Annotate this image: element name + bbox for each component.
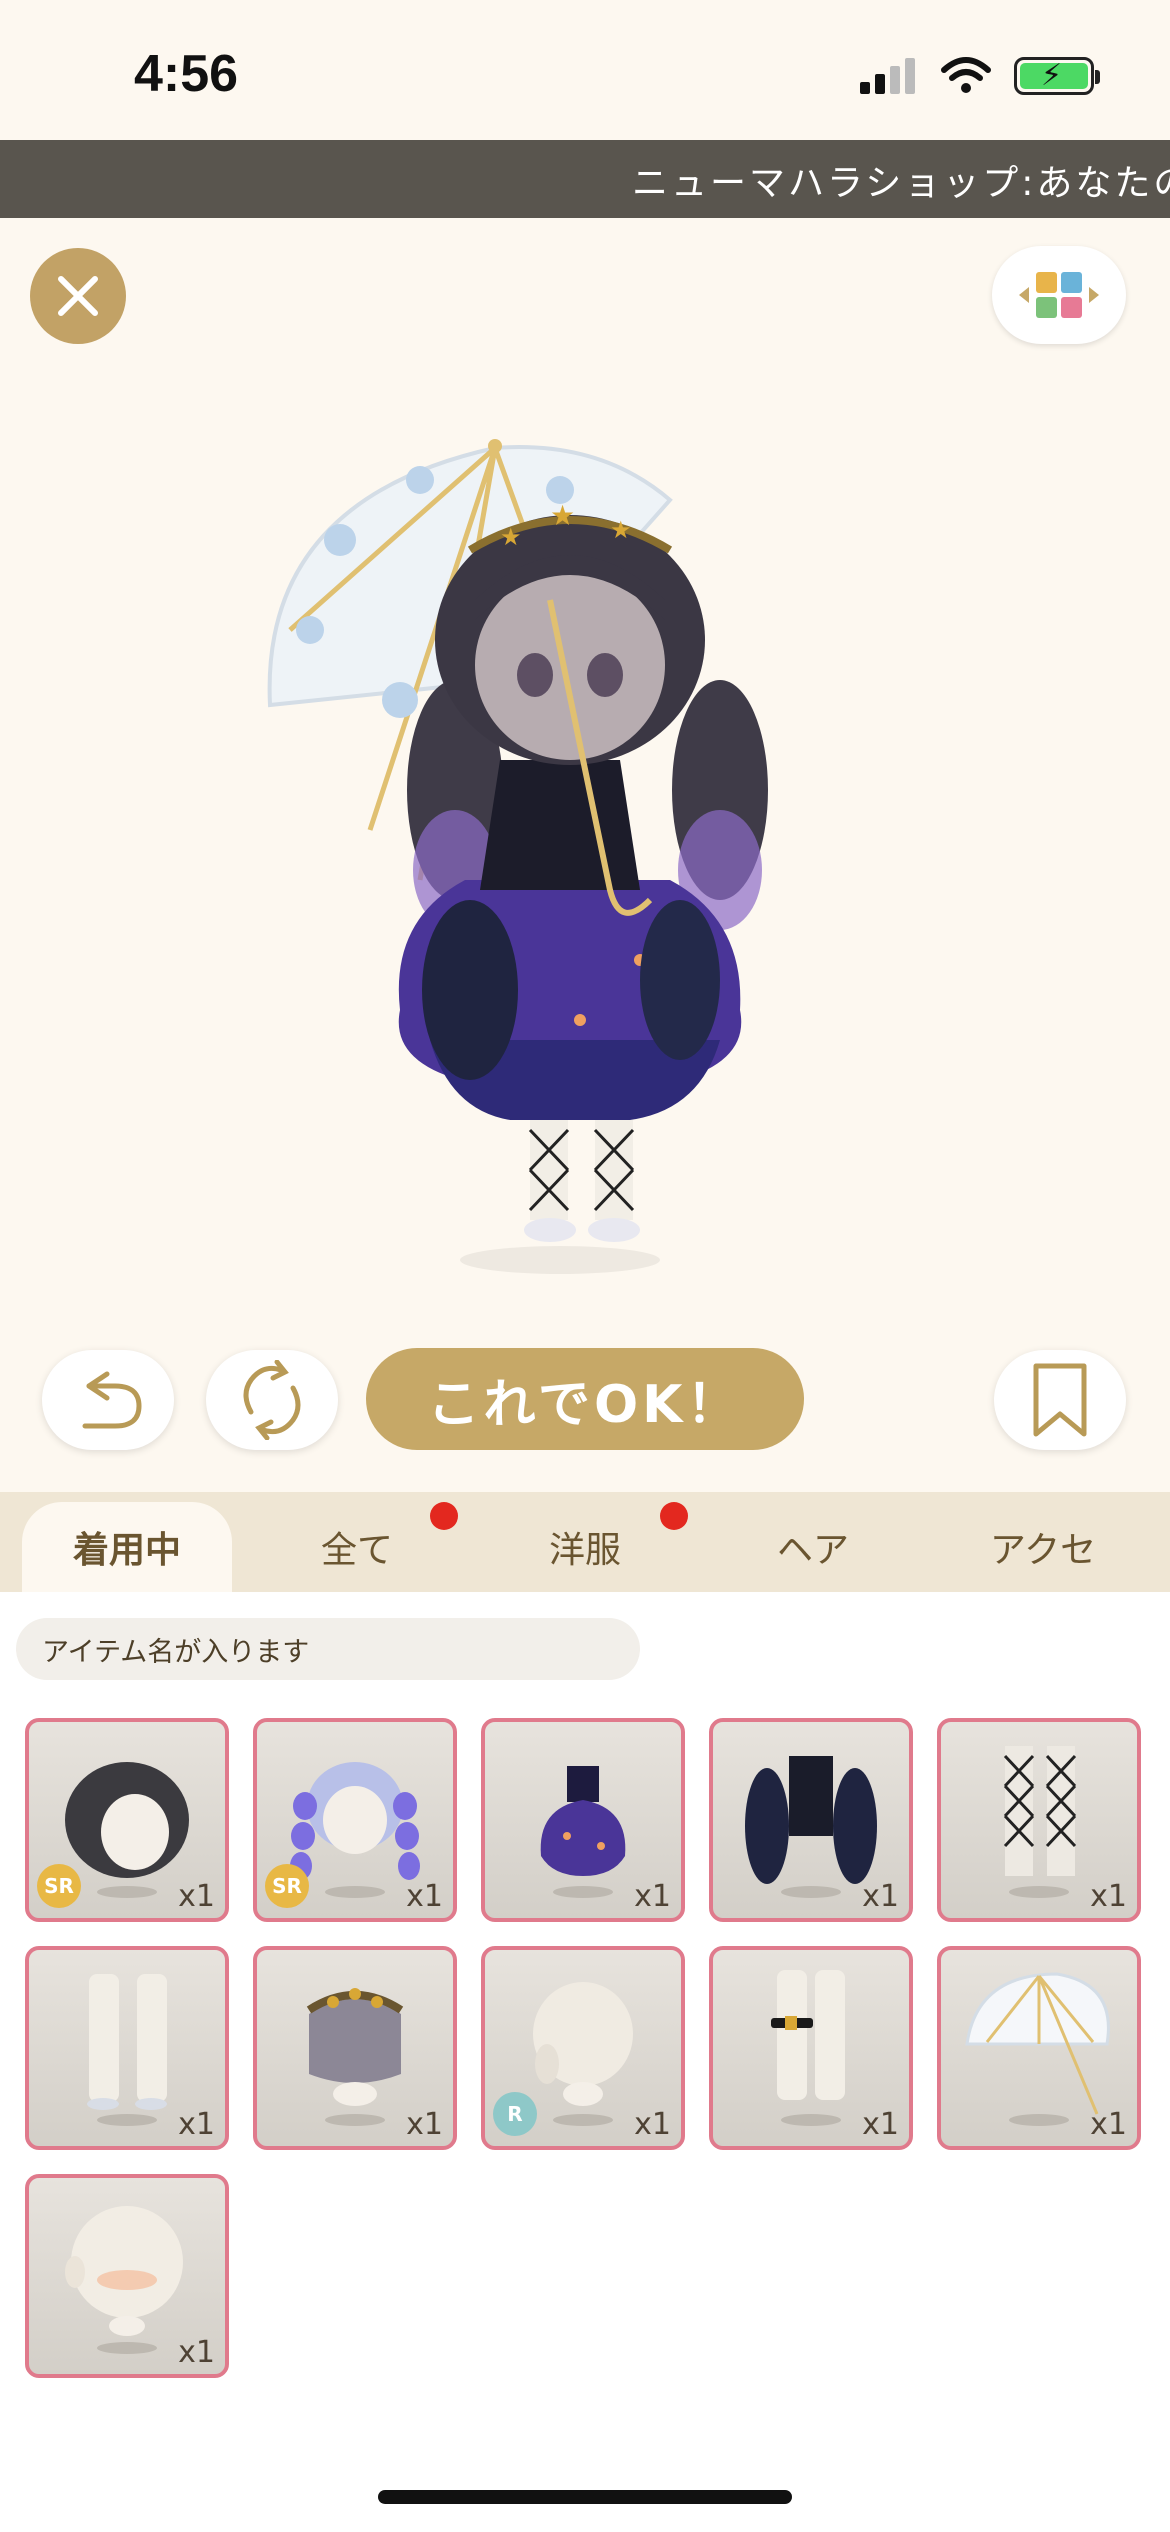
new-badge xyxy=(430,1502,458,1530)
tab-label: ヘア xyxy=(776,1530,849,1571)
category-tabbar: 着用中 全て 洋服 ヘア アクセ xyxy=(0,1492,1170,1592)
close-button[interactable] xyxy=(30,248,126,344)
rarity-badge: R xyxy=(493,2092,537,2136)
confirm-ok-button[interactable]: これでOK！ xyxy=(366,1348,804,1450)
home-indicator xyxy=(378,2490,792,2504)
undo-icon xyxy=(82,1371,142,1429)
tab-label: アクセ xyxy=(989,1530,1097,1571)
tab-wearing[interactable]: 着用中 xyxy=(22,1502,232,1592)
status-time: 4:56 xyxy=(134,45,239,103)
item-card[interactable]: x1 xyxy=(937,1946,1141,2150)
color-grid-icon xyxy=(1019,272,1099,318)
item-quantity: x1 xyxy=(406,2107,443,2142)
refresh-icon xyxy=(243,1360,301,1440)
tab-accessories[interactable]: アクセ xyxy=(938,1502,1148,1592)
item-quantity: x1 xyxy=(634,2107,671,2142)
layout-switch-button[interactable] xyxy=(992,246,1126,344)
new-badge xyxy=(660,1502,688,1530)
tab-label: 洋服 xyxy=(548,1530,621,1571)
undo-button[interactable] xyxy=(42,1350,174,1450)
item-quantity: x1 xyxy=(1090,2107,1127,2142)
item-quantity: x1 xyxy=(862,2107,899,2142)
bookmark-button[interactable] xyxy=(994,1350,1126,1450)
item-quantity: x1 xyxy=(634,1879,671,1914)
item-card[interactable]: SR x1 xyxy=(253,1718,457,1922)
item-quantity: x1 xyxy=(862,1879,899,1914)
item-card[interactable]: SR x1 xyxy=(25,1718,229,1922)
item-card[interactable]: x1 xyxy=(937,1718,1141,1922)
item-card[interactable]: x1 xyxy=(25,1946,229,2150)
svg-text:★: ★ xyxy=(500,523,522,551)
search-placeholder: アイテム名が入ります xyxy=(42,1636,310,1668)
leg-garter-art xyxy=(771,1970,845,2126)
item-panel: アイテム名が入ります SR x1 SR x1 x1 x1 x1 x1 x1 R … xyxy=(0,1592,1170,2532)
item-card[interactable]: x1 xyxy=(709,1946,913,2150)
fishnet-stockings-art xyxy=(1003,1746,1077,1898)
signal-icon xyxy=(860,58,915,94)
item-card[interactable]: R x1 xyxy=(481,1946,685,2150)
svg-text:★: ★ xyxy=(610,516,632,544)
dress-galaxy-art xyxy=(540,1766,626,1898)
bookmark-icon xyxy=(1033,1363,1087,1437)
announcement-text: ニューマハラショップ:あなたの xyxy=(632,163,1170,204)
white-socks-art xyxy=(87,1974,167,2126)
top-black-puff-art xyxy=(745,1756,877,1898)
item-card[interactable]: x1 xyxy=(481,1718,685,1922)
face-blush-art xyxy=(65,2206,183,2354)
wifi-icon xyxy=(941,57,991,93)
announcement-marquee[interactable]: ニューマハラショップ:あなたの xyxy=(0,140,1170,218)
status-bar: 4:56 ⚡ xyxy=(0,0,1170,140)
tab-hair[interactable]: ヘア xyxy=(708,1502,918,1592)
item-search-field[interactable]: アイテム名が入ります xyxy=(16,1618,640,1680)
tab-label: 全て xyxy=(320,1530,393,1571)
item-quantity: x1 xyxy=(178,1879,215,1914)
reset-button[interactable] xyxy=(206,1350,338,1450)
avatar-preview: ★ ★ ★ xyxy=(267,439,768,1274)
rarity-badge: SR xyxy=(37,1864,81,1908)
status-icons: ⚡ xyxy=(860,56,1100,96)
tab-clothes[interactable]: 洋服 xyxy=(480,1502,690,1592)
item-card[interactable]: x1 xyxy=(253,1946,457,2150)
item-quantity: x1 xyxy=(1090,1879,1127,1914)
star-headdress-art xyxy=(306,1988,404,2126)
item-quantity: x1 xyxy=(178,2107,215,2142)
item-card[interactable]: x1 xyxy=(709,1718,913,1922)
item-card[interactable]: x1 xyxy=(25,2174,229,2378)
lace-umbrella-art xyxy=(965,1972,1110,2126)
rarity-badge: SR xyxy=(265,1864,309,1908)
item-quantity: x1 xyxy=(406,1879,443,1914)
tab-label: 着用中 xyxy=(72,1530,181,1571)
item-quantity: x1 xyxy=(178,2335,215,2370)
svg-text:★: ★ xyxy=(550,499,575,532)
battery-icon: ⚡ xyxy=(1014,57,1100,95)
close-icon xyxy=(58,276,98,316)
